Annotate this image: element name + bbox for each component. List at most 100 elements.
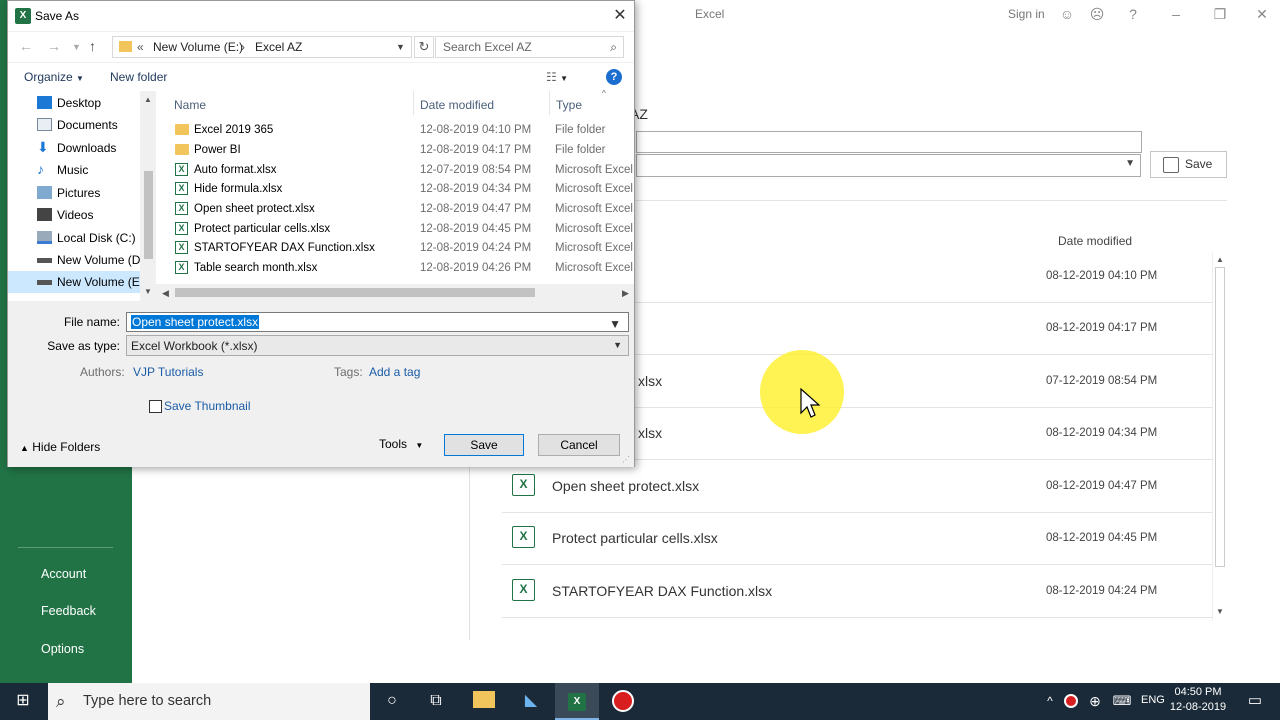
table-row[interactable]: X Hide formula.xlsx 12-08-2019 04:34 PM Mic… xyxy=(156,179,634,199)
file-explorer-icon[interactable] xyxy=(473,691,495,708)
tags-input[interactable]: Add a tag xyxy=(369,365,420,379)
taskbar-excel-active[interactable]: X xyxy=(555,683,599,720)
scroll-down-icon[interactable]: ▼ xyxy=(144,287,152,296)
taskbar-search-placeholder: Type here to search xyxy=(83,693,212,709)
nav-item-videos[interactable]: Videos xyxy=(8,204,154,226)
chevron-down-icon[interactable]: ▼ xyxy=(396,37,405,57)
windows-start-icon[interactable]: ⊞ xyxy=(11,690,35,712)
taskbar-clock[interactable]: 04:50 PM 12-08-2019 xyxy=(1166,685,1230,715)
view-options-icon[interactable]: ☷ ▼ xyxy=(546,70,568,84)
excel-file-icon: X xyxy=(175,163,188,176)
list-item[interactable]: X Open sheet protect.xlsx 08-12-2019 04:47… xyxy=(502,461,1212,513)
column-divider[interactable] xyxy=(549,91,550,115)
recent-chevron-icon[interactable]: ▼ xyxy=(72,42,81,52)
nav-item-local-disk-c[interactable]: Local Disk (C:) xyxy=(8,227,154,249)
keyboard-icon[interactable]: ⌨ xyxy=(1110,690,1134,712)
column-header-date[interactable]: Date modified xyxy=(420,98,494,112)
backstage-filename-input[interactable] xyxy=(636,131,1142,153)
scroll-down-icon[interactable]: ▼ xyxy=(1216,607,1224,616)
authors-value[interactable]: VJP Tutorials xyxy=(133,365,203,379)
cortana-icon[interactable]: ○ xyxy=(380,690,404,712)
table-row[interactable]: X Open sheet protect.xlsx 12-08-2019 04:47… xyxy=(156,199,634,219)
new-folder-button[interactable]: New folder xyxy=(110,70,167,84)
sidebar-item-feedback[interactable]: Feedback xyxy=(0,597,132,625)
scroll-up-icon[interactable]: ▲ xyxy=(144,95,152,104)
sidebar-item-options[interactable]: Options xyxy=(0,635,132,663)
notifications-icon[interactable]: ▭ xyxy=(1243,690,1267,712)
frown-icon[interactable]: ☹ xyxy=(1088,5,1106,23)
language-indicator[interactable]: ENG xyxy=(1141,694,1165,706)
clock-time: 04:50 PM xyxy=(1174,686,1222,698)
table-row[interactable]: Excel 2019 365 12-08-2019 04:10 PM File fo… xyxy=(156,120,634,140)
organize-menu[interactable]: Organize ▼ xyxy=(24,70,84,84)
nav-item-new-volume-e[interactable]: New Volume (E:) xyxy=(8,271,154,293)
scrollbar-thumb[interactable] xyxy=(1215,267,1225,567)
nav-scrollbar[interactable]: ▲ ▼ xyxy=(140,91,156,301)
resize-grip-icon[interactable]: ⋰ xyxy=(622,455,630,464)
hide-folders-toggle[interactable]: ▲ Hide Folders xyxy=(20,440,100,454)
tools-menu[interactable]: Tools ▼ xyxy=(379,437,423,451)
taskbar-search-input[interactable]: ⌕ Type here to search xyxy=(48,683,370,720)
list-item[interactable]: X Protect particular cells.xlsx 08-12-2019… xyxy=(502,513,1212,565)
save-thumbnail-checkbox[interactable] xyxy=(149,400,162,413)
save-button[interactable]: Save xyxy=(444,434,524,456)
table-row[interactable]: X Protect particular cells.xlsx 12-08-2019… xyxy=(156,219,634,239)
scroll-left-icon[interactable]: ◀ xyxy=(162,288,169,299)
search-input[interactable]: Search Excel AZ ⌕ xyxy=(435,36,624,58)
column-header-date[interactable]: Date modified xyxy=(1058,234,1132,248)
cancel-button[interactable]: Cancel xyxy=(538,434,620,456)
column-header-name[interactable]: Name xyxy=(174,98,206,112)
table-row[interactable]: X STARTOFYEAR DAX Function.xlsx 12-08-2019… xyxy=(156,238,634,258)
breadcrumb-separator-icon[interactable]: › xyxy=(241,37,245,57)
save-icon xyxy=(1163,157,1179,173)
minimize-icon[interactable]: – xyxy=(1167,5,1185,23)
save-thumbnail-label[interactable]: Save Thumbnail xyxy=(164,399,251,413)
file-date: 08-12-2019 04:17 PM xyxy=(1046,322,1158,334)
recorder-icon[interactable] xyxy=(612,690,634,712)
nav-item-documents[interactable]: Documents xyxy=(8,114,154,136)
nav-item-music[interactable]: ♪ Music xyxy=(8,159,154,181)
breadcrumb-item[interactable]: Excel AZ xyxy=(255,37,302,57)
backstage-save-button[interactable]: Save xyxy=(1150,151,1227,178)
dialog-close-icon[interactable]: ✕ xyxy=(610,5,630,25)
overflow-chevron-icon[interactable]: « xyxy=(137,37,144,57)
task-view-icon[interactable]: ⧉ xyxy=(424,690,448,712)
breadcrumb[interactable]: « New Volume (E:) › Excel AZ ▼ xyxy=(112,36,412,58)
close-icon[interactable]: ✕ xyxy=(1253,5,1271,23)
scrollbar-thumb[interactable] xyxy=(144,171,153,259)
recording-tray-icon[interactable] xyxy=(1064,694,1078,708)
chevron-down-icon[interactable]: ▼ xyxy=(608,317,622,331)
refresh-icon[interactable]: ↻ xyxy=(414,36,434,58)
nav-item-pictures[interactable]: Pictures xyxy=(8,182,154,204)
file-name-input[interactable]: Open sheet protect.xlsx ▼ xyxy=(126,312,629,332)
breadcrumb-item[interactable]: New Volume (E:) xyxy=(153,37,243,57)
help-icon[interactable]: ? xyxy=(606,69,622,85)
scrollbar[interactable]: ▲ ▼ xyxy=(1212,253,1226,621)
signin-link[interactable]: Sign in xyxy=(1008,7,1045,21)
app-icon[interactable]: ◣ xyxy=(519,690,543,712)
nav-item-desktop[interactable]: Desktop xyxy=(8,92,154,114)
column-divider[interactable] xyxy=(413,91,414,115)
show-hidden-icons-chevron-icon[interactable]: ^ xyxy=(1038,690,1062,712)
scrollbar-thumb[interactable] xyxy=(175,288,535,297)
table-row[interactable]: Power BI 12-08-2019 04:17 PM File folder xyxy=(156,140,634,160)
save-as-type-select[interactable]: Excel Workbook (*.xlsx) ▼ xyxy=(126,335,629,356)
column-header-type[interactable]: Type xyxy=(556,98,582,112)
smile-icon[interactable]: ☺ xyxy=(1058,5,1076,23)
back-arrow-icon[interactable]: ← xyxy=(19,38,33,54)
backstage-filetype-select[interactable]: ▼ xyxy=(636,154,1141,177)
sidebar-item-account[interactable]: Account xyxy=(0,560,132,588)
forward-arrow-icon[interactable]: → xyxy=(47,38,61,54)
nav-item-downloads[interactable]: ⬇ Downloads xyxy=(8,137,154,159)
list-item[interactable]: X STARTOFYEAR DAX Function.xlsx 08-12-2019… xyxy=(502,566,1212,618)
scroll-up-icon[interactable]: ▲ xyxy=(1216,255,1224,264)
restore-icon[interactable]: ❐ xyxy=(1211,5,1229,23)
network-globe-icon[interactable]: ⊕ xyxy=(1083,690,1107,712)
nav-item-new-volume-d[interactable]: New Volume (D: xyxy=(8,249,154,271)
help-question-icon[interactable]: ? xyxy=(1124,5,1142,23)
table-row[interactable]: X Table search month.xlsx 12-08-2019 04:26… xyxy=(156,258,634,278)
table-row[interactable]: X Auto format.xlsx 12-07-2019 08:54 PM Micr… xyxy=(156,160,634,180)
horizontal-scrollbar[interactable]: ◀ ▶ xyxy=(156,284,634,301)
scroll-right-icon[interactable]: ▶ xyxy=(622,288,629,299)
up-arrow-icon[interactable]: ↑ xyxy=(89,38,96,54)
